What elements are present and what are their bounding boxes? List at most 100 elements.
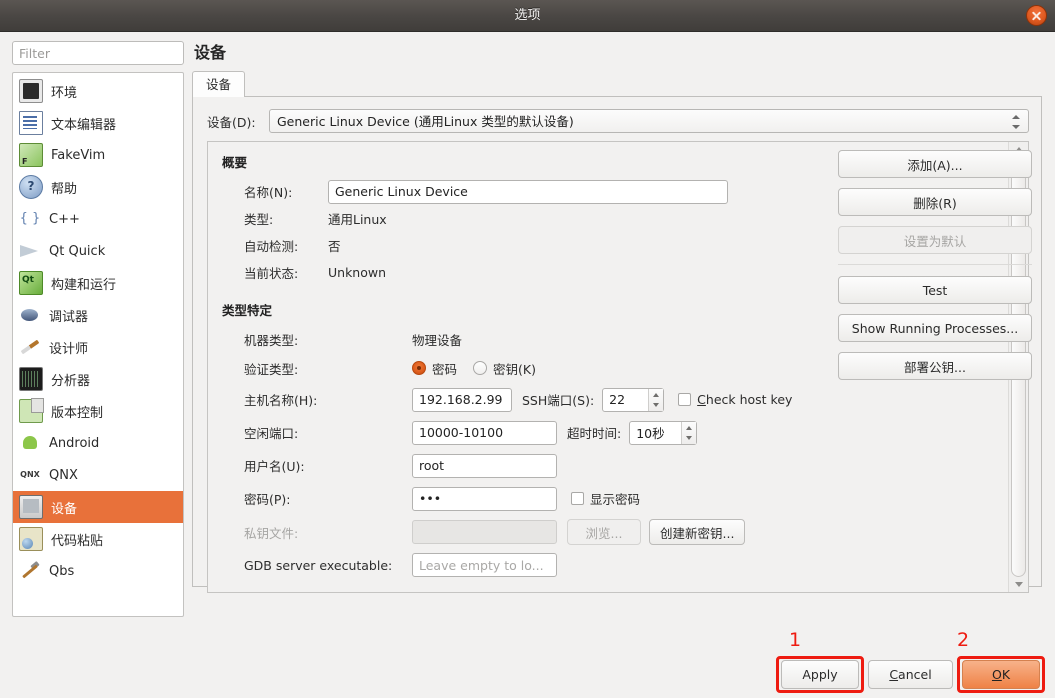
sidebar-item-label: QNX <box>49 467 78 483</box>
sidebar-item-debugger[interactable]: 调试器 <box>13 299 183 331</box>
name-input[interactable] <box>328 179 728 204</box>
host-label: 主机名称(H): <box>244 393 318 408</box>
show-password-label: 显示密码 <box>590 492 641 507</box>
close-icon[interactable] <box>1026 5 1047 26</box>
current-state-value: Unknown <box>328 265 387 280</box>
sidebar-item-android[interactable]: Android <box>13 427 183 459</box>
username-row: 用户名(U): <box>222 449 1008 482</box>
checkbox-icon <box>678 393 692 406</box>
stepper-arrows-icon[interactable] <box>681 421 697 444</box>
check-host-key-checkbox[interactable]: Check host key <box>678 392 792 407</box>
sidebar-item-label: Android <box>49 435 100 451</box>
sidebar-item-cpp[interactable]: C++ <box>13 203 183 235</box>
qtquick-icon <box>19 240 41 262</box>
sidebar-item-label: 代码粘贴 <box>51 533 104 549</box>
sidebar-item-qnx[interactable]: QNX <box>13 459 183 491</box>
remove-device-button[interactable]: 删除(R) <box>838 188 1032 216</box>
sidebar-item-label: FakeVim <box>51 147 106 163</box>
device-combobox-value: Generic Linux Device (通用Linux 类型的默认设备) <box>277 114 574 129</box>
set-default-button: 设置为默认 <box>838 226 1032 254</box>
cancel-button[interactable]: Cancel <box>868 660 953 689</box>
sidebar-item-label: Qbs <box>49 563 75 579</box>
checkbox-icon <box>571 492 584 505</box>
sidebar-item-build-run[interactable]: 构建和运行 <box>13 267 183 299</box>
divider <box>838 264 1032 265</box>
radio-password[interactable]: 密码 <box>412 359 457 378</box>
debugger-icon <box>19 304 41 326</box>
sidebar-item-analyzer[interactable]: 分析器 <box>13 363 183 395</box>
gdb-server-label: GDB server executable: <box>244 557 393 573</box>
sidebar-item-text-editor[interactable]: 文本编辑器 <box>13 107 183 139</box>
stepper-arrows-icon[interactable] <box>648 388 664 411</box>
sidebar-item-code-paste[interactable]: 代码粘贴 <box>13 523 183 555</box>
gdb-server-row: GDB server executable: <box>222 549 1008 581</box>
text-editor-icon <box>19 111 43 135</box>
filter-input[interactable] <box>12 41 184 65</box>
code-paste-icon <box>19 527 43 551</box>
sidebar-item-designer[interactable]: 设计师 <box>13 331 183 363</box>
sidebar-item-help[interactable]: 帮助 <box>13 171 183 203</box>
title-bar: 选项 <box>0 0 1055 32</box>
fakevim-icon <box>19 143 43 167</box>
private-key-label: 私钥文件: <box>244 525 299 541</box>
timeout-label: 超时时间: <box>567 426 622 441</box>
device-combobox[interactable]: Generic Linux Device (通用Linux 类型的默认设备) <box>269 109 1029 133</box>
device-actions: 添加(A)... 删除(R) 设置为默认 Test Show Running P… <box>838 150 1032 390</box>
sidebar-item-devices[interactable]: 设备 <box>13 491 183 523</box>
sidebar-item-label: 调试器 <box>49 309 89 325</box>
window-title: 选项 <box>514 8 541 23</box>
sidebar-item-fakevim[interactable]: FakeVim <box>13 139 183 171</box>
show-password-checkbox[interactable]: 显示密码 <box>571 489 640 508</box>
annotation-label-2: 2 <box>957 629 970 651</box>
options-dialog: 选项 环境 文本编辑器 FakeVim 帮助 <box>0 0 1055 693</box>
deploy-public-key-button[interactable]: 部署公钥... <box>838 352 1032 380</box>
sidebar-item-environment[interactable]: 环境 <box>13 75 183 107</box>
test-button[interactable]: Test <box>838 276 1032 304</box>
type-label: 类型: <box>244 212 274 227</box>
ssh-port-label: SSH端口(S): <box>522 393 595 408</box>
annotation-box-2 <box>957 656 1045 693</box>
add-device-button[interactable]: 添加(A)... <box>838 150 1032 178</box>
timeout-stepper[interactable] <box>629 420 698 445</box>
check-host-key-label: Check host key <box>697 392 793 407</box>
show-running-processes-button[interactable]: Show Running Processes... <box>838 314 1032 342</box>
ssh-port-stepper[interactable] <box>602 387 665 412</box>
designer-icon <box>19 336 41 358</box>
radio-key-label: 密钥(K) <box>493 361 536 377</box>
tab-devices[interactable]: 设备 <box>192 71 246 98</box>
browse-button: 浏览... <box>567 519 641 545</box>
username-input[interactable] <box>412 453 557 478</box>
radio-password-label: 密码 <box>432 361 458 377</box>
sidebar-item-label: 环境 <box>51 85 78 101</box>
scroll-down-icon[interactable] <box>1009 577 1028 592</box>
password-input[interactable] <box>412 486 557 511</box>
host-input[interactable] <box>412 387 512 412</box>
braces-icon <box>19 208 41 230</box>
sidebar-item-label: Qt Quick <box>49 243 106 259</box>
qnx-icon <box>19 464 41 486</box>
autodetect-label: 自动检测: <box>244 239 299 254</box>
version-control-icon <box>19 398 44 423</box>
android-icon <box>19 432 41 454</box>
machine-type-label: 机器类型: <box>244 333 299 348</box>
username-label: 用户名(U): <box>244 459 305 474</box>
sidebar-item-version-control[interactable]: 版本控制 <box>13 395 183 427</box>
radio-key[interactable]: 密钥(K) <box>473 359 536 378</box>
type-value: 通用Linux <box>328 212 387 227</box>
machine-type-value: 物理设备 <box>412 333 463 348</box>
tab-bar: 设备 <box>192 71 1042 98</box>
sidebar-item-label: 构建和运行 <box>51 277 117 293</box>
analyzer-icon <box>19 367 43 391</box>
gdb-server-input[interactable] <box>412 553 557 577</box>
auth-type-label: 验证类型: <box>244 361 299 377</box>
sidebar-item-qt-quick[interactable]: Qt Quick <box>13 235 183 267</box>
create-new-key-button[interactable]: 创建新密钥... <box>649 519 746 545</box>
free-ports-input[interactable] <box>412 420 557 445</box>
radio-unselected-icon <box>473 361 488 375</box>
sidebar-item-qbs[interactable]: Qbs <box>13 555 183 587</box>
build-run-icon <box>19 271 43 295</box>
chevron-updown-icon <box>1012 114 1021 130</box>
password-row: 密码(P): 显示密码 <box>222 482 1008 515</box>
annotation-box-1 <box>776 656 864 693</box>
private-key-input <box>412 520 557 544</box>
